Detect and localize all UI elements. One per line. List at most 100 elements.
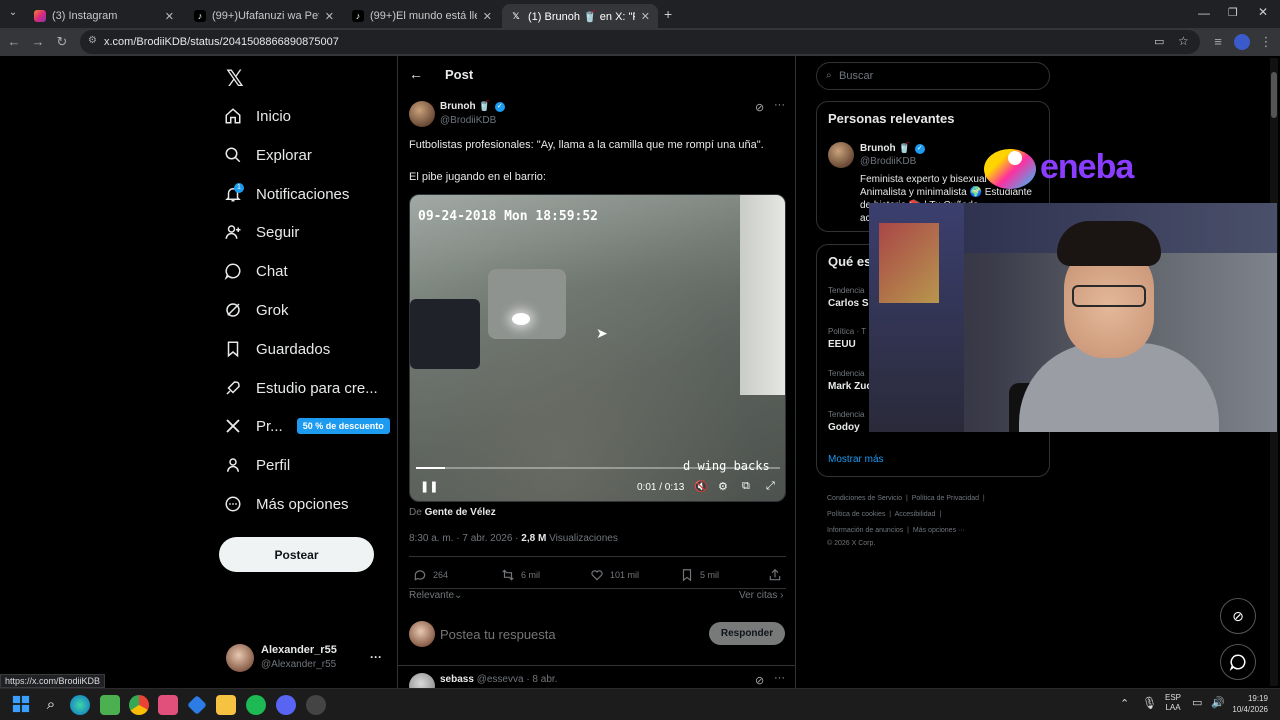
close-icon[interactable]: ✕: [165, 10, 174, 23]
video-player[interactable]: 09-24-2018 Mon 18:59:52 d wing backs ❚❚ …: [409, 194, 786, 502]
pause-icon[interactable]: ❚❚: [420, 480, 438, 493]
author-name-row[interactable]: Brunoh 🥤 ✓: [440, 101, 505, 112]
address-bar[interactable]: ⚙ x.com/BrodiiKDB/status/204150886689087…: [80, 30, 1200, 54]
share-action[interactable]: [768, 568, 782, 582]
network-icon[interactable]: ▭: [1192, 696, 1202, 709]
post-more-icon[interactable]: ···: [774, 99, 785, 111]
nav-item-inicio[interactable]: Inicio: [224, 98, 291, 134]
footer-link[interactable]: Accesibilidad: [895, 511, 936, 518]
edge-icon[interactable]: [70, 695, 90, 715]
tab-instagram[interactable]: (3) Instagram ✕: [26, 4, 182, 28]
scrollbar-thumb[interactable]: [1271, 72, 1277, 118]
relevant-person-name-row[interactable]: Brunoh 🥤 ✓: [860, 143, 925, 154]
close-icon[interactable]: ✕: [641, 10, 650, 23]
grok-post-icon[interactable]: ⊘: [755, 674, 764, 687]
reply-action[interactable]: 264: [413, 568, 448, 582]
chrome-icon[interactable]: [129, 695, 149, 715]
tab-x-active[interactable]: 𝕏 (1) Brunoh 🥤 en X: "Futbolistas ✕: [502, 4, 658, 28]
trend-item[interactable]: Tendencia Godoy: [828, 410, 864, 433]
nav-item-mas-opciones[interactable]: Más opciones: [224, 486, 349, 522]
playlist-icon[interactable]: ≡: [1210, 34, 1226, 50]
cast-icon[interactable]: ▭: [1154, 35, 1164, 48]
tab-tiktok-2[interactable]: ♪ (99+)El mundo está lleno de ge ✕: [344, 4, 500, 28]
reply-more-icon[interactable]: ···: [774, 672, 785, 684]
quotes-link[interactable]: Ver citas ›: [739, 590, 783, 601]
language-indicator[interactable]: ESP LAA: [1165, 693, 1181, 713]
share-icon: [769, 568, 781, 581]
video-progress-track[interactable]: [416, 467, 780, 469]
mic-icon[interactable]: 🎙: [1142, 696, 1157, 710]
back-arrow-icon[interactable]: ←: [409, 66, 423, 82]
repost-action[interactable]: 6 mil: [501, 568, 540, 582]
footer-link[interactable]: Información de anuncios: [827, 527, 903, 534]
search-box[interactable]: ⌕ Buscar: [816, 62, 1050, 90]
site-info-icon[interactable]: ⚙: [88, 35, 97, 46]
tab-search-icon[interactable]: ⌄: [6, 7, 20, 21]
nav-item-guardados[interactable]: Guardados: [224, 331, 330, 367]
pip-icon[interactable]: ⧉: [742, 480, 750, 493]
nav-item-perfil[interactable]: Perfil: [224, 447, 290, 483]
volume-icon[interactable]: 🔊: [1211, 696, 1225, 709]
sort-dropdown[interactable]: Relevante⌄: [409, 590, 462, 601]
show-more-link[interactable]: Mostrar más: [828, 454, 884, 465]
footer-link[interactable]: Política de Privacidad: [912, 495, 979, 502]
forward-icon[interactable]: →: [30, 34, 46, 50]
trend-item[interactable]: Política · T EEUU: [828, 327, 866, 350]
minecraft-icon[interactable]: [100, 695, 120, 715]
app-icon[interactable]: [187, 695, 207, 715]
bookmark-star-icon[interactable]: ☆: [1178, 34, 1189, 48]
minimize-icon[interactable]: —: [1198, 6, 1210, 20]
window-close-icon[interactable]: ✕: [1258, 5, 1268, 19]
footer-link[interactable]: Más opciones ···: [913, 527, 965, 534]
trend-item[interactable]: Tendencia Mark Zuc: [828, 369, 872, 392]
reply-button[interactable]: Responder: [709, 622, 785, 645]
profile-icon[interactable]: [1234, 34, 1250, 50]
app-icon[interactable]: [158, 695, 178, 715]
taskbar-search-icon[interactable]: ⌕: [41, 695, 61, 715]
nav-item-premium[interactable]: Pr... 50 % de descuento: [224, 408, 390, 444]
nav-item-grok[interactable]: Grok: [224, 292, 289, 328]
bookmark-action[interactable]: 5 mil: [680, 568, 719, 582]
spotify-icon[interactable]: [246, 695, 266, 715]
footer-link[interactable]: Condiciones de Servicio: [827, 495, 902, 502]
trend-item[interactable]: Tendencia Carlos Sa: [828, 286, 874, 309]
nav-item-seguir[interactable]: Seguir: [224, 214, 299, 250]
discord-icon[interactable]: [276, 695, 296, 715]
reply-author-row[interactable]: sebass @essevva · 8 abr.: [440, 674, 557, 685]
fullscreen-icon[interactable]: ⤢: [766, 480, 775, 493]
account-avatar[interactable]: [226, 644, 254, 672]
mute-icon[interactable]: 🔇: [694, 480, 708, 493]
nav-item-estudio[interactable]: Estudio para cre...: [224, 370, 378, 406]
new-tab-button[interactable]: +: [664, 6, 672, 22]
like-action[interactable]: 101 mil: [590, 568, 639, 582]
nav-item-chat[interactable]: Chat: [224, 253, 288, 289]
reply-input[interactable]: [440, 623, 700, 645]
menu-kebab-icon[interactable]: ⋮: [1258, 34, 1274, 50]
account-more-icon[interactable]: ···: [370, 650, 382, 664]
nav-item-explorar[interactable]: Explorar: [224, 137, 312, 173]
settings-icon[interactable]: ⚙: [718, 480, 728, 493]
chat-float-button[interactable]: [1220, 644, 1256, 680]
divider: [409, 556, 786, 557]
source-link[interactable]: Gente de Vélez: [425, 507, 496, 518]
reload-icon[interactable]: ↻: [54, 34, 70, 50]
windows-start-icon[interactable]: [12, 695, 32, 715]
tray-chevron-icon[interactable]: ⌃: [1120, 697, 1129, 710]
folder-icon[interactable]: [216, 695, 236, 715]
tab-tiktok-1[interactable]: ♪ (99+)Ufafanuzi wa Pete za Baha ✕: [186, 4, 342, 28]
relevant-person-avatar[interactable]: [828, 142, 854, 168]
footer-link[interactable]: Política de cookies: [827, 511, 885, 518]
grok-float-button[interactable]: ⊘: [1220, 598, 1256, 634]
author-avatar[interactable]: [409, 101, 435, 127]
clock[interactable]: 19:19 10/4/2026: [1228, 693, 1268, 715]
nav-item-notificaciones[interactable]: 1 Notificaciones: [224, 176, 349, 212]
discount-badge[interactable]: 50 % de descuento: [296, 418, 390, 434]
app-icon[interactable]: [306, 695, 326, 715]
x-logo-icon[interactable]: 𝕏: [226, 66, 244, 92]
close-icon[interactable]: ✕: [483, 10, 492, 23]
grok-post-icon[interactable]: ⊘: [755, 101, 764, 114]
restore-icon[interactable]: ❐: [1228, 6, 1238, 19]
back-icon[interactable]: ←: [6, 34, 22, 50]
close-icon[interactable]: ✕: [325, 10, 334, 23]
post-button[interactable]: Postear: [219, 537, 374, 572]
